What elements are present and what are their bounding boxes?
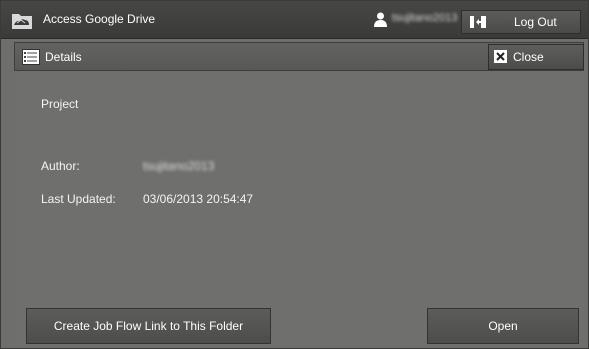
create-job-flow-link-label: Create Job Flow Link to This Folder <box>53 319 244 333</box>
folder-cloud-icon <box>12 14 32 29</box>
close-label: Close <box>513 50 544 64</box>
author-value: tsujitano2013 <box>143 159 215 173</box>
details-panel: Project Author: tsujitano2013 Last Updat… <box>14 71 584 346</box>
app-title: Access Google Drive <box>43 12 156 26</box>
close-x-icon <box>494 50 507 63</box>
author-label: Author: <box>41 159 80 173</box>
details-header: Details Close <box>14 42 584 71</box>
project-label: Project <box>41 97 79 111</box>
list-details-icon <box>22 49 40 65</box>
logout-label: Log Out <box>514 15 557 29</box>
top-bar: Access Google Drive tsujitano2013 Log Ou… <box>1 1 588 39</box>
last-updated-value: 03/06/2013 20:54:47 <box>143 192 254 206</box>
close-button[interactable]: Close <box>488 44 584 70</box>
details-title: Details <box>45 50 82 64</box>
logout-button[interactable]: Log Out <box>461 10 581 34</box>
user-name: tsujitano2013 <box>392 12 458 24</box>
last-updated-label: Last Updated: <box>41 192 116 206</box>
app-window: Access Google Drive tsujitano2013 Log Ou… <box>0 0 589 349</box>
user-icon <box>374 12 387 27</box>
create-job-flow-link-button[interactable]: Create Job Flow Link to This Folder <box>26 308 271 344</box>
open-label: Open <box>488 319 518 333</box>
logout-icon <box>470 16 486 28</box>
open-button[interactable]: Open <box>427 308 579 344</box>
